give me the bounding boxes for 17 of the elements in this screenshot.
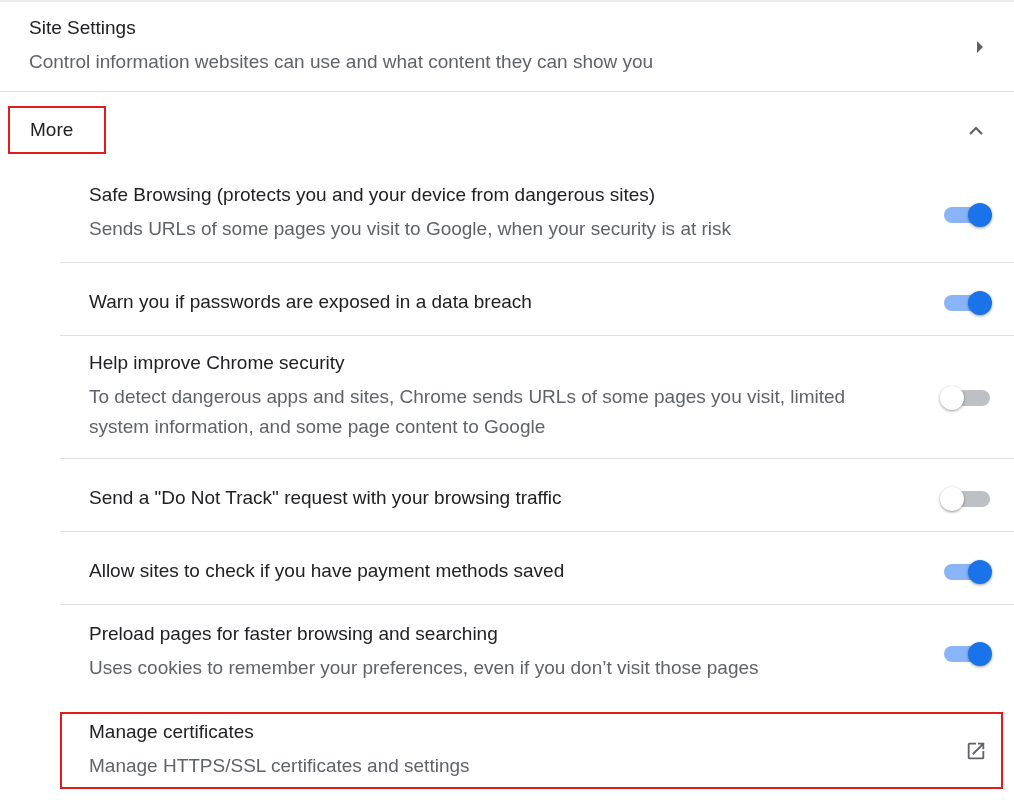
section-header[interactable]: More [8, 105, 106, 154]
chevron-icon[interactable] [968, 124, 984, 135]
setting-title: Safe Browsing (protects you and your device from dangerous sites) [89, 184, 657, 206]
setting-title: Send a "Do Not Track" request with your browsing traffic [89, 487, 562, 509]
setting-title: Site Settings [29, 16, 137, 39]
arrow-right-icon[interactable] [976, 40, 984, 53]
setting-title: Manage certificates [89, 720, 255, 743]
setting-description: To detect dangerous apps and sites, Chrome sends URLs of some pages you visit, limited system information, and some page content to Google [89, 385, 847, 439]
setting-title: Preload pages for faster browsing and searching [89, 622, 499, 645]
setting-title: Allow sites to check if you have payment methods saved [89, 560, 565, 582]
setting-title: Help improve Chrome security [89, 352, 346, 374]
setting-description: Manage HTTPS/SSL certificates and settings [89, 753, 470, 778]
settings-row[interactable]: Manage certificates Manage HTTPS/SSL certificates and settings [60, 712, 1003, 789]
setting-title: Warn you if passwords are exposed in a data breach [89, 291, 532, 313]
setting-description: Control information websites can use and what content they can show you [29, 49, 654, 74]
setting-description: Uses cookies to remember your preferences, even if you don’t visit those pages [89, 655, 759, 680]
setting-description: Sends URLs of some pages you visit to Google, when your security is at risk [89, 217, 732, 241]
